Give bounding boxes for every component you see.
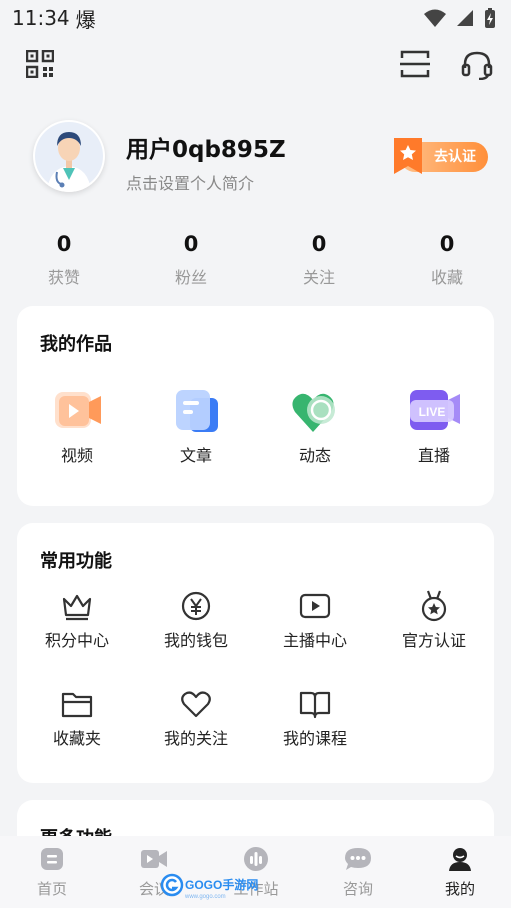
customer-service-icon[interactable] (461, 50, 493, 80)
my-works-card: 我的作品 视频 文章 动态 LIVE 直播 (17, 306, 494, 506)
tab-home[interactable]: 首页 (2, 846, 102, 899)
live-badge-text: LIVE (419, 405, 446, 419)
works-label: 动态 (298, 446, 331, 465)
tab-label: 咨询 (342, 880, 373, 898)
stat-label: 粉丝 (174, 268, 207, 287)
book-icon (299, 691, 331, 719)
certify-button[interactable]: 去认证 (386, 136, 490, 176)
stats-row: 0 获赞 0 粉丝 0 关注 0 收藏 (0, 232, 511, 292)
status-bar: 11:34 爆 (0, 0, 511, 36)
qr-code-icon[interactable] (26, 50, 54, 78)
common-functions-card: 常用功能 积分中心 我的钱包 主播中心 官方认证 收藏夹 我的关注 我的课程 (17, 523, 494, 783)
medal-icon (421, 590, 447, 622)
works-item-moments[interactable]: 动态 (265, 384, 365, 466)
function-item-official-cert[interactable]: 官方认证 (384, 589, 484, 651)
play-icon (299, 593, 331, 619)
function-label: 官方认证 (401, 631, 466, 650)
stat-label: 获赞 (47, 268, 80, 287)
function-label: 收藏夹 (52, 729, 101, 748)
stat-likes[interactable]: 0 获赞 (24, 232, 104, 288)
status-extra: 爆 (75, 7, 96, 32)
works-item-live[interactable]: LIVE 直播 (384, 384, 484, 466)
username[interactable]: 用户0qb895Z (126, 130, 286, 164)
stat-label: 关注 (302, 268, 335, 287)
function-item-anchor-center[interactable]: 主播中心 (265, 589, 365, 651)
profile-header: 用户0qb895Z 点击设置个人简介 去认证 (0, 120, 511, 200)
crown-icon (62, 594, 92, 621)
works-item-video[interactable]: 视频 (27, 384, 127, 466)
tab-consult[interactable]: 咨询 (308, 846, 408, 899)
live-icon: LIVE (410, 390, 460, 430)
stat-favorites[interactable]: 0 收藏 (407, 232, 487, 288)
watermark-text: GOGO手游网 (185, 877, 258, 892)
function-item-my-courses[interactable]: 我的课程 (265, 687, 365, 749)
certify-badge-icon (394, 138, 422, 174)
works-label: 文章 (179, 446, 212, 465)
meeting-icon (141, 850, 167, 868)
stat-label: 收藏 (430, 268, 463, 287)
stat-fans[interactable]: 0 粉丝 (151, 232, 231, 288)
common-functions-title: 常用功能 (40, 551, 112, 572)
function-label: 我的关注 (163, 729, 228, 748)
article-icon (176, 390, 218, 432)
tab-label: 首页 (36, 880, 67, 898)
watermark-logo-icon: GOGO手游网 www.gogo.com (160, 873, 258, 900)
heart-icon (181, 691, 211, 718)
works-item-article[interactable]: 文章 (146, 384, 246, 466)
stat-value: 0 (439, 232, 455, 256)
stat-value: 0 (183, 232, 199, 256)
chat-icon (345, 848, 371, 870)
works-label: 视频 (60, 446, 93, 465)
moments-icon (292, 393, 335, 432)
stat-following[interactable]: 0 关注 (279, 232, 359, 288)
video-icon (55, 392, 101, 428)
doctor-avatar-icon (35, 122, 103, 192)
function-label: 我的钱包 (163, 631, 228, 650)
scan-icon[interactable] (400, 50, 430, 78)
home-icon (41, 848, 63, 870)
function-label: 我的课程 (282, 729, 347, 748)
yuan-icon (181, 591, 211, 621)
workstation-icon (244, 847, 268, 871)
signal-icon (457, 10, 473, 26)
profile-icon (449, 848, 471, 871)
my-works-title: 我的作品 (40, 334, 112, 355)
function-item-points[interactable]: 积分中心 (27, 589, 127, 651)
tab-mine[interactable]: 我的 (410, 846, 510, 899)
avatar[interactable] (33, 120, 105, 192)
function-label: 主播中心 (282, 631, 347, 650)
stat-value: 0 (56, 232, 72, 256)
function-item-wallet[interactable]: 我的钱包 (146, 589, 246, 651)
battery-icon (485, 8, 495, 28)
status-time: 11:34 (12, 6, 70, 30)
wifi-icon (424, 9, 446, 27)
function-item-my-follows[interactable]: 我的关注 (146, 687, 246, 749)
tab-label: 我的 (444, 880, 475, 898)
top-bar (0, 48, 511, 88)
bio-placeholder[interactable]: 点击设置个人简介 (126, 170, 254, 194)
stat-value: 0 (311, 232, 327, 256)
folder-icon (61, 692, 93, 718)
function-label: 积分中心 (44, 631, 109, 650)
watermark-subtext: www.gogo.com (184, 894, 226, 900)
function-item-favorites-folder[interactable]: 收藏夹 (27, 687, 127, 749)
watermark: GOGO手游网 www.gogo.com (160, 872, 270, 900)
works-label: 直播 (417, 446, 450, 465)
